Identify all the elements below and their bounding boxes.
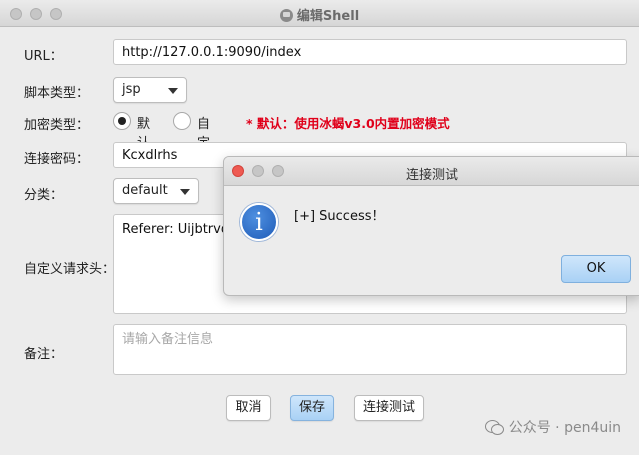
connection-test-dialog: 连接测试 i [+] Success！ OK bbox=[223, 156, 639, 296]
window-titlebar: 编辑Shell bbox=[0, 0, 639, 27]
script-type-value: jsp bbox=[122, 82, 141, 97]
encrypt-type-label: 加密类型： bbox=[24, 118, 90, 133]
info-icon: i bbox=[240, 203, 278, 241]
remark-placeholder: 请输入备注信息 bbox=[122, 332, 214, 347]
chevron-down-icon bbox=[180, 189, 190, 195]
script-type-label: 脚本类型： bbox=[24, 86, 90, 101]
url-label: URL： bbox=[24, 49, 63, 64]
category-value: default bbox=[122, 183, 168, 198]
wechat-icon bbox=[484, 420, 504, 435]
dialog-title: 连接测试 bbox=[405, 168, 458, 183]
shell-icon bbox=[279, 9, 293, 22]
radio-custom[interactable] bbox=[173, 112, 191, 130]
radio-default[interactable] bbox=[113, 112, 131, 130]
remark-textarea[interactable]: 请输入备注信息 bbox=[113, 324, 627, 375]
watermark: 公众号 · pen4uin bbox=[484, 417, 621, 437]
dialog-message: [+] Success！ bbox=[294, 209, 385, 224]
url-input[interactable]: http://127.0.0.1:9090/index bbox=[113, 39, 627, 65]
category-label: 分类： bbox=[24, 188, 64, 203]
headers-label: 自定义请求头： bbox=[24, 262, 116, 277]
script-type-select[interactable]: jsp bbox=[113, 77, 187, 103]
dialog-titlebar: 连接测试 bbox=[224, 157, 639, 186]
encrypt-note: * 默认：使用冰蝎v3.0内置加密模式 bbox=[246, 116, 450, 131]
password-label: 连接密码： bbox=[24, 152, 90, 167]
test-connection-button[interactable]: 连接测试 bbox=[354, 395, 424, 421]
watermark-text: 公众号 · pen4uin bbox=[508, 420, 621, 436]
ok-button[interactable]: OK bbox=[561, 255, 631, 283]
category-select[interactable]: default bbox=[113, 178, 199, 204]
chevron-down-icon bbox=[168, 88, 178, 94]
cancel-button[interactable]: 取消 bbox=[226, 395, 271, 421]
remark-label: 备注： bbox=[24, 347, 64, 362]
save-button[interactable]: 保存 bbox=[290, 395, 334, 421]
window-title: 编辑Shell bbox=[0, 5, 639, 24]
window-title-text: 编辑Shell bbox=[296, 9, 360, 24]
